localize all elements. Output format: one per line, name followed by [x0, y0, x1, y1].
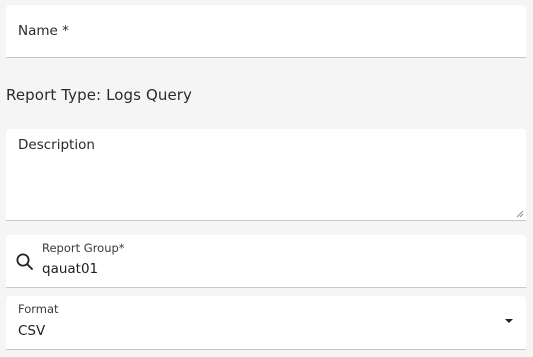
caret-down-icon[interactable]	[505, 319, 513, 323]
description-label: Description	[18, 137, 95, 153]
report-group-label: Report Group*	[42, 241, 125, 255]
report-group-value[interactable]: qauat01	[42, 261, 98, 277]
format-select[interactable]: Format CSV	[6, 296, 526, 350]
report-form: Name * Report Type: Logs Query Descripti…	[0, 0, 533, 357]
search-icon	[16, 253, 33, 270]
resize-handle-icon[interactable]	[516, 210, 524, 218]
report-group-field[interactable]: Report Group* qauat01	[6, 235, 526, 288]
format-value: CSV	[18, 323, 46, 339]
name-field[interactable]: Name *	[6, 5, 526, 58]
description-field[interactable]: Description	[6, 129, 526, 221]
name-label: Name *	[18, 23, 69, 39]
format-label: Format	[18, 302, 59, 316]
report-type-text: Report Type: Logs Query	[6, 86, 193, 104]
